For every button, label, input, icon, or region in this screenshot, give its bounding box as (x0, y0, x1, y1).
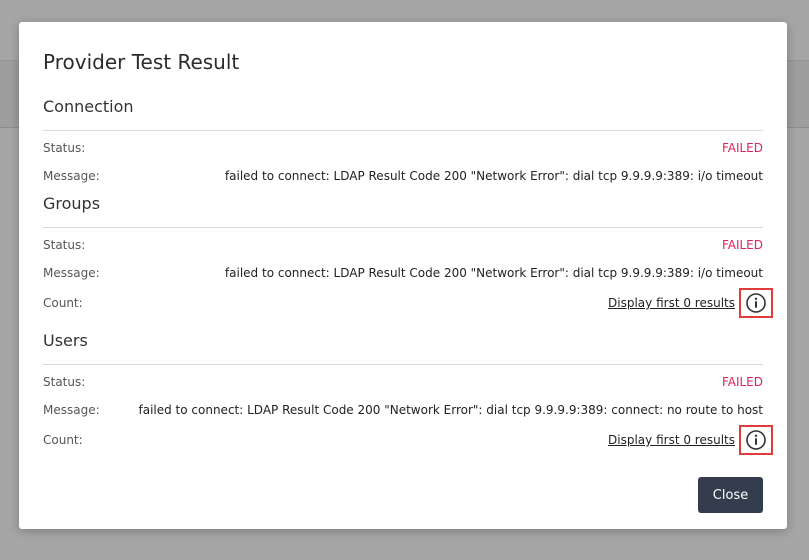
status-label: Status: (43, 141, 86, 155)
users-info-button[interactable] (739, 425, 773, 455)
groups-message-value: failed to connect: LDAP Result Code 200 … (224, 266, 763, 280)
connection-status-row: Status: FAILED (43, 139, 763, 157)
users-count-row: Count: Display first 0 results (43, 425, 773, 455)
users-message-row: Message: failed to connect: LDAP Result … (43, 401, 763, 419)
users-display-results-link[interactable]: Display first 0 results (608, 431, 735, 449)
groups-info-button[interactable] (739, 288, 773, 318)
section-title: Groups (43, 194, 101, 213)
status-label: Status: (43, 375, 86, 389)
groups-count-row: Count: Display first 0 results (43, 288, 773, 318)
dialog-title: Provider Test Result (43, 50, 240, 74)
users-status-value: FAILED (721, 375, 763, 389)
provider-test-result-dialog: Provider Test Result Connection Status: … (19, 22, 787, 529)
count-label: Count: (43, 433, 83, 447)
groups-display-results-link[interactable]: Display first 0 results (608, 294, 735, 312)
count-label: Count: (43, 296, 83, 310)
message-label: Message: (43, 266, 100, 280)
groups-status-value: FAILED (721, 238, 763, 252)
close-button[interactable]: Close (698, 477, 763, 513)
info-circle-icon (746, 293, 766, 313)
section-users: Users Status: FAILED Message: failed to … (43, 330, 773, 455)
users-message-value: failed to connect: LDAP Result Code 200 … (138, 403, 763, 417)
section-title: Users (43, 331, 88, 350)
groups-status-row: Status: FAILED (43, 236, 763, 254)
section-title: Connection (43, 97, 134, 116)
users-count-value: Display first 0 results (608, 425, 773, 455)
section-groups: Groups Status: FAILED Message: failed to… (43, 193, 773, 318)
section-divider (43, 130, 763, 131)
info-circle-icon (746, 430, 766, 450)
status-label: Status: (43, 238, 86, 252)
connection-status-value: FAILED (721, 141, 763, 155)
connection-message-value: failed to connect: LDAP Result Code 200 … (224, 169, 763, 183)
section-connection: Connection Status: FAILED Message: faile… (43, 96, 763, 183)
users-status-row: Status: FAILED (43, 373, 763, 391)
message-label: Message: (43, 403, 100, 417)
message-label: Message: (43, 169, 100, 183)
connection-message-row: Message: failed to connect: LDAP Result … (43, 167, 763, 185)
groups-count-value: Display first 0 results (608, 288, 773, 318)
section-divider (43, 364, 763, 365)
section-divider (43, 227, 763, 228)
groups-message-row: Message: failed to connect: LDAP Result … (43, 264, 763, 282)
